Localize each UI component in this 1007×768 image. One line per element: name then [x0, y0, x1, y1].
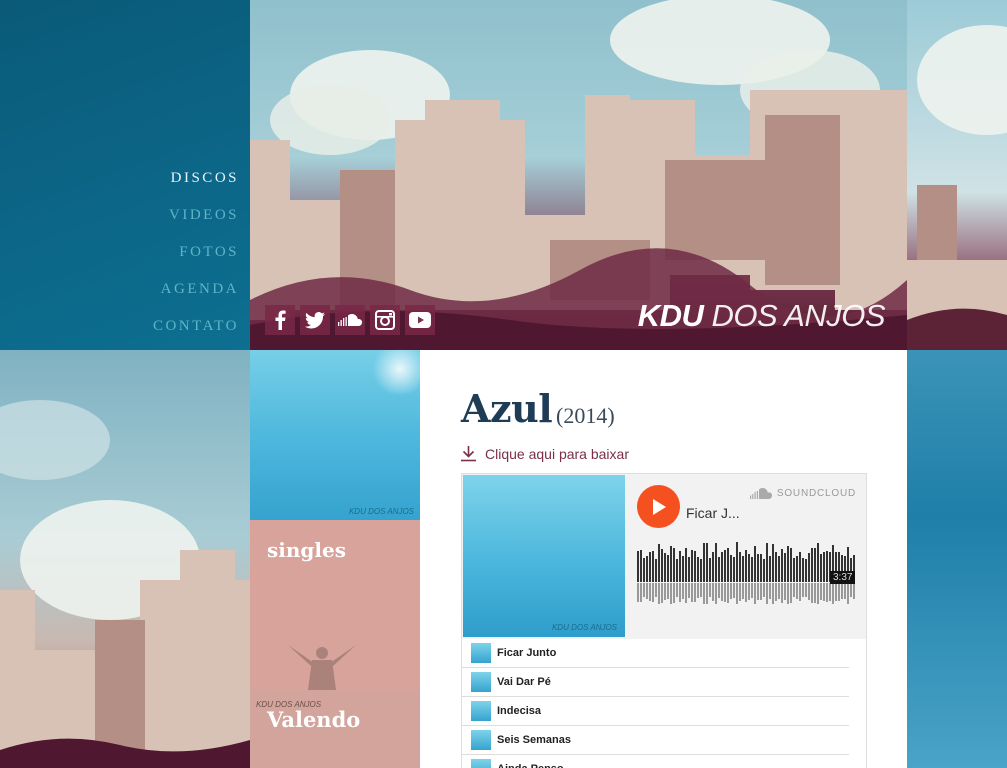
track-row[interactable]: Ficar Junto	[462, 639, 849, 668]
nav-item-contato[interactable]: CONTATO	[153, 312, 239, 349]
soundcloud-logo-icon	[749, 488, 772, 499]
download-label: Clique aqui para baixar	[485, 445, 629, 462]
social-links	[265, 305, 435, 335]
right-blue-panel	[907, 350, 1007, 768]
singles-photo	[288, 645, 356, 690]
track-thumbnail	[471, 643, 491, 663]
artwork-logo: KDU DOS ANJOS	[551, 623, 617, 632]
twitter-icon[interactable]	[300, 305, 330, 335]
nav-item-videos[interactable]: VIDEOS	[153, 201, 239, 238]
track-row[interactable]: Vai Dar Pé	[462, 668, 849, 697]
track-thumbnail	[471, 701, 491, 721]
album-title: Azul	[461, 386, 553, 431]
track-name: Seis Semanas	[497, 734, 571, 746]
logo-dos-anjos: DOS ANJOS	[711, 298, 886, 333]
album-detail: Azul (2014) Clique aqui para baixar KDU …	[420, 350, 907, 768]
youtube-icon[interactable]	[405, 305, 435, 335]
cover-logo: KDU DOS ANJOS	[348, 507, 414, 516]
nav-item-discos[interactable]: DISCOS	[153, 164, 239, 201]
band-logo: KDU DOS ANJOS	[637, 298, 886, 334]
track-thumbnail	[471, 759, 491, 768]
right-strip-image	[907, 0, 1007, 350]
logo-kdu: KDU	[637, 298, 704, 333]
waveform[interactable]	[637, 542, 857, 604]
play-button[interactable]	[637, 485, 680, 528]
nav-item-agenda[interactable]: AGENDA	[153, 275, 239, 312]
track-row[interactable]: Indecisa	[462, 697, 849, 726]
track-name: Vai Dar Pé	[497, 676, 551, 688]
soundcloud-player: KDU DOS ANJOS Ficar J... SOUNDCLOUD 3:37…	[461, 473, 867, 768]
soundcloud-icon[interactable]	[335, 305, 365, 335]
soundcloud-label: SOUNDCLOUD	[776, 488, 856, 499]
play-icon	[652, 498, 666, 515]
album-singles[interactable]: singles	[250, 520, 420, 690]
soundcloud-brand[interactable]: SOUNDCLOUD	[749, 488, 856, 499]
track-thumbnail	[471, 730, 491, 750]
track-thumbnail	[471, 672, 491, 692]
download-link[interactable]: Clique aqui para baixar	[460, 445, 629, 462]
instagram-icon[interactable]	[370, 305, 400, 335]
current-track-title[interactable]: Ficar J...	[686, 505, 740, 521]
album-year: (2014)	[556, 403, 615, 428]
album-valendo[interactable]: KDU DOS ANJOS Valendo	[250, 690, 420, 768]
left-city-image	[0, 350, 250, 768]
main-nav: DISCOS VIDEOS FOTOS AGENDA CONTATO	[0, 0, 250, 350]
track-duration: 3:37	[830, 571, 856, 584]
track-list: Ficar Junto Vai Dar Pé Indecisa Seis Semana…	[462, 639, 866, 768]
nav-item-fotos[interactable]: FOTOS	[153, 238, 239, 275]
track-row[interactable]: Seis Semanas	[462, 726, 849, 755]
track-name: Ficar Junto	[497, 647, 557, 659]
header-banner: KDU DOS ANJOS	[250, 0, 907, 350]
album-azul-cover[interactable]: KDU DOS ANJOS	[250, 350, 420, 520]
track-name: Indecisa	[497, 705, 542, 717]
facebook-icon[interactable]	[265, 305, 295, 335]
download-icon	[461, 446, 476, 462]
valendo-label: Valendo	[267, 707, 361, 732]
player-artwork[interactable]: KDU DOS ANJOS	[463, 475, 625, 637]
track-name: Ainda Penso	[497, 763, 564, 768]
track-row[interactable]: Ainda Penso	[462, 755, 849, 768]
albums-list: KDU DOS ANJOS singles KDU DOS ANJOS Vale…	[250, 350, 420, 768]
